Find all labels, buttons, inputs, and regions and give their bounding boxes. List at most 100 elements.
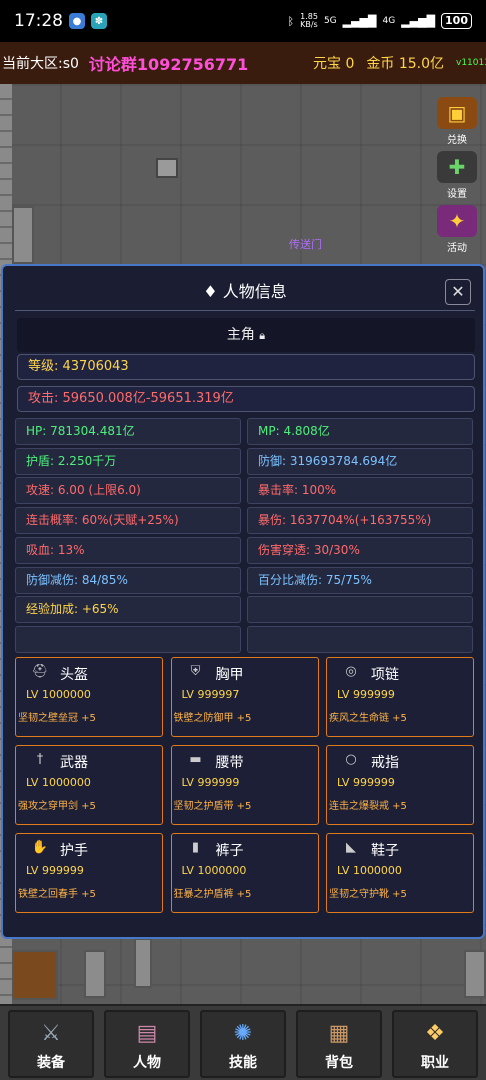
treasure-chest-icon: ▣ [437, 97, 477, 129]
equipment-name: 鞋子 [371, 843, 399, 859]
equipment-slot[interactable]: † 武器 LV 1000000 强攻之穿甲剑 +5 [15, 745, 163, 825]
status-icons: ᛒ 1.85 KB/s 5G ▂▄▆█ 4G ▂▄▆█ 100 [288, 13, 472, 29]
stat-cell: 防御: 319693784.694亿 [247, 447, 473, 475]
equipment-level: LV 999999 [181, 776, 240, 789]
stat-cell: HP: 781304.481亿 [15, 418, 241, 445]
equipment-item: 坚韧之壁垒冠 +5 [18, 713, 96, 724]
server-label: 当前大区:s0 [2, 56, 79, 72]
stat-cell: 吸血: 13% [15, 536, 241, 564]
tab-label: 背包 [325, 1055, 353, 1071]
equipment-item: 疾风之生命链 +5 [329, 713, 407, 724]
equipment-slot[interactable]: ▮ 裤子 LV 1000000 狂暴之护盾裤 +5 [170, 833, 319, 913]
equipment-slot[interactable]: ○ 戒指 LV 999999 连击之爆裂戒 +5 [326, 745, 474, 825]
equipment-item: 坚韧之护盾带 +5 [173, 801, 252, 812]
class-tree-icon: ❖ [425, 1021, 445, 1046]
equipment-level: LV 1000000 [337, 864, 402, 877]
exchange-label: 兑换 [447, 135, 467, 146]
equipment-level: LV 999999 [26, 864, 84, 877]
backpack-icon: ▦ [328, 1021, 350, 1046]
panel-title: ♦ 人物信息 [3, 278, 486, 302]
tab-class[interactable]: ❖ 职业 [392, 1010, 478, 1078]
equipment-name: 戒指 [371, 755, 399, 771]
equipment-slot[interactable]: ▬ 腰带 LV 999999 坚韧之护盾带 +5 [170, 745, 319, 825]
bookshelf [12, 950, 58, 1000]
skill-orb-icon: ✺ [233, 1021, 253, 1046]
activity-label: 活动 [447, 243, 467, 254]
sword-icon: † [36, 752, 44, 767]
tab-skills[interactable]: ✺ 技能 [200, 1010, 286, 1078]
settings-button[interactable]: ✚ 设置 [432, 150, 482, 200]
equipment-name: 护手 [60, 843, 88, 859]
stat-cell: 暴击率: 100% [247, 477, 473, 505]
armor-sword-icon: ⚔ [41, 1021, 61, 1046]
equipment-item: 连击之爆裂戒 +5 [329, 801, 407, 812]
equipment-name: 头盔 [60, 667, 88, 683]
tab-label: 装备 [37, 1055, 65, 1071]
stat-cell: 伤害穿透: 30/30% [247, 536, 473, 564]
gauntlet-icon: ✋ [31, 840, 49, 855]
equipment-level: LV 1000000 [26, 776, 91, 789]
signal-4g-label: 4G [382, 16, 396, 26]
game-screen: 17:28 ● ✽ ᛒ 1.85 KB/s 5G ▂▄▆█ 4G ▂▄▆█ 10… [0, 0, 486, 1080]
pants-icon: ▮ [191, 840, 200, 855]
app-notification-icon-2: ✽ [91, 13, 107, 29]
bottom-tab-bar: ⚔ 装备 ▤ 人物 ✺ 技能 ▦ 背包 ❖ 职业 [0, 1004, 486, 1080]
equipment-item: 狂暴之护盾裤 +5 [173, 889, 252, 900]
character-panel-icon: ▤ [136, 1021, 158, 1046]
equipment-slot[interactable]: ✋ 护手 LV 999999 铁壁之回春手 +5 [15, 833, 163, 913]
exchange-button[interactable]: ▣ 兑换 [432, 96, 482, 146]
tab-label: 人物 [133, 1055, 161, 1071]
equipment-item: 坚韧之守护靴 +5 [329, 889, 407, 900]
battery-icon: 100 [441, 13, 472, 29]
app-notification-icon: ● [69, 13, 85, 29]
equipment-name: 胸甲 [215, 667, 244, 683]
tab-label: 技能 [229, 1055, 257, 1071]
equipment-level: LV 999999 [337, 688, 395, 701]
equipment-slot[interactable]: ◣ 鞋子 LV 1000000 坚韧之守护靴 +5 [326, 833, 474, 913]
level-bar: 等级: 43706043 [17, 354, 475, 380]
attack-bar: 攻击: 59650.008亿-59651.319亿 [17, 386, 475, 412]
equipment-item: 铁壁之防御甲 +5 [173, 713, 252, 724]
settings-label: 设置 [447, 189, 467, 200]
panel-title-text: 人物信息 [222, 282, 287, 301]
boots-icon: ◣ [346, 840, 356, 855]
equipment-level: LV 1000000 [26, 688, 91, 701]
equipment-level: LV 1000000 [181, 864, 247, 877]
diamond-icon: ♦ [203, 282, 218, 301]
equipment-slot[interactable]: ◎ 项链 LV 999999 疾风之生命链 +5 [326, 657, 474, 737]
divider [15, 310, 475, 311]
equipment-slot[interactable]: ⛨ 胸甲 LV 999997 铁壁之防御甲 +5 [170, 657, 319, 737]
close-button[interactable]: ✕ [445, 279, 471, 305]
wooden-crate [156, 158, 178, 178]
stone-pillar [12, 206, 34, 264]
portal-label[interactable]: 传送门 [289, 236, 322, 252]
lock-icon: 🔒︎ [259, 329, 266, 342]
equipment-name: 腰带 [215, 755, 244, 771]
tab-backpack[interactable]: ▦ 背包 [296, 1010, 382, 1078]
chest-armor-icon: ⛨ [190, 664, 201, 679]
equipment-item: 强攻之穿甲剑 +5 [18, 801, 96, 812]
gift-box-icon: ✦ [437, 205, 477, 237]
signal-icon-2: ▂▄▆█ [401, 14, 436, 28]
clock: 17:28 [14, 11, 63, 31]
helmet-icon: ⛑ [31, 664, 49, 679]
equipment-name: 裤子 [215, 843, 244, 859]
gold-counter: 金币 15.0亿 [366, 56, 444, 72]
stone-pillar [464, 950, 486, 998]
stat-cell [247, 625, 473, 653]
tab-character[interactable]: ▤ 人物 [104, 1010, 190, 1078]
stat-cell: 暴伤: 1637704%(+163755%) [247, 507, 473, 535]
signal-5g-label: 5G [323, 16, 337, 26]
equipment-level: LV 999999 [337, 776, 395, 789]
equipment-name: 项链 [371, 667, 399, 683]
tab-equipment[interactable]: ⚔ 装备 [8, 1010, 94, 1078]
character-info-panel: ♦ 人物信息 ✕ 主角 🔒︎ 等级: 43706043 攻击: 59650.00… [1, 264, 485, 939]
bluetooth-icon: ᛒ [287, 14, 295, 28]
equipment-slot[interactable]: ⛑ 头盔 LV 1000000 坚韧之壁垒冠 +5 [15, 657, 163, 737]
activity-button[interactable]: ✦ 活动 [432, 204, 482, 254]
stone-pillar [84, 950, 106, 998]
version-label: v11013 [456, 58, 486, 68]
status-bar: 17:28 ● ✽ ᛒ 1.85 KB/s 5G ▂▄▆█ 4G ▂▄▆█ 10… [0, 0, 486, 42]
gamepad-icon: ✚ [437, 151, 477, 183]
equipment-name: 武器 [60, 755, 88, 771]
